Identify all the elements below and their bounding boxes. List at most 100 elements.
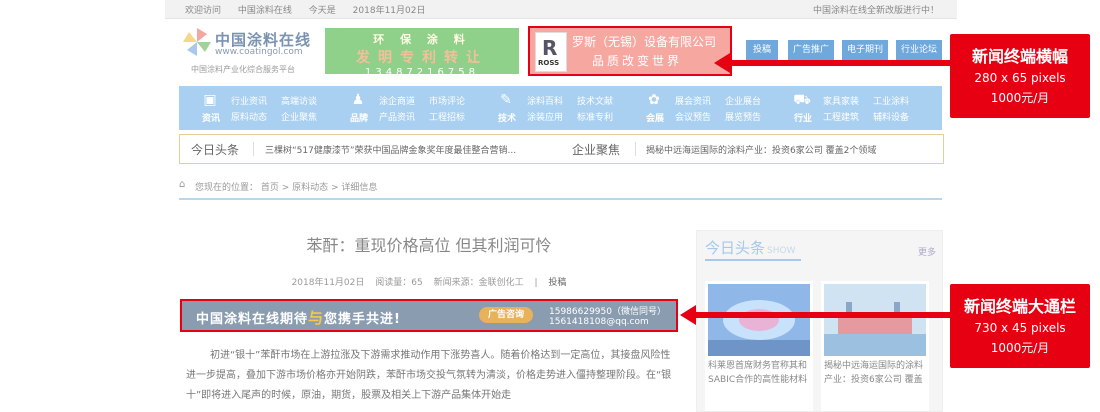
- nav-item[interactable]: 产品资讯: [379, 110, 415, 123]
- forum-button[interactable]: 行业论坛: [896, 40, 942, 60]
- today-label: 今天是: [308, 6, 336, 16]
- sidebar-more-link[interactable]: 更多: [918, 245, 936, 258]
- enterprise-news-link[interactable]: 揭秘中远海运国际的涂料产业：投资6家公司 覆盖2个领域: [646, 143, 876, 156]
- ross-banner-ad[interactable]: R ROSS 罗斯（无锡）设备有限公司 品质改变世界: [528, 26, 732, 76]
- nav-item[interactable]: 展会资讯: [675, 94, 711, 107]
- ad-slogan-c: 您携手共进!: [324, 312, 401, 327]
- nav-item[interactable]: 会议预告: [675, 110, 711, 123]
- article-body: 初进“银十”苯酐市场在上游拉涨及下游需求推动作用下涨势喜人。随着价格达到一定高位…: [186, 346, 678, 406]
- nav-item[interactable]: 行业资讯: [231, 94, 267, 107]
- ross-slogan: 品质改变世界: [592, 54, 683, 68]
- cart-icon: ⛟: [793, 92, 811, 108]
- patent-banner-line2: 发明专利转让: [356, 50, 488, 66]
- nav-item[interactable]: 企业聚焦: [281, 110, 317, 123]
- news-wide-banner-ad[interactable]: 中国涂料在线期待与您携手共进! 广告咨询 15986629950（微信同号） 1…: [180, 299, 678, 332]
- ad-slogan-b: 与: [308, 309, 325, 327]
- nav-item[interactable]: 市场评论: [429, 94, 465, 107]
- patent-banner-phone: 13487216758: [365, 67, 479, 78]
- sidebar-today-headlines: 今日头条 SHOW 更多 科莱恩首席财务官称其和SABIC合作的高性能材料 揭秘中…: [696, 230, 943, 412]
- ad-consult-button[interactable]: 广告咨询: [479, 307, 533, 323]
- callout-title: 新闻终端横幅: [971, 47, 1068, 66]
- callout-size: 730 x 45 pixels: [974, 321, 1066, 335]
- site-logo[interactable]: 中国涂料在线 www.coatingol.com 中国涂料产业化综合服务平台: [183, 28, 323, 74]
- callout-price: 1000元/月: [990, 341, 1050, 355]
- card-caption: 科莱恩首席财务官称其和SABIC合作的高性能材料: [708, 361, 808, 385]
- nav-category-industry[interactable]: 行业: [791, 111, 815, 124]
- callout-arrow: [714, 53, 950, 73]
- brand-icon: ♟: [351, 92, 365, 108]
- nav-item[interactable]: 家具家装: [823, 94, 859, 107]
- date-text: 2018年11月02日: [352, 6, 426, 16]
- sidebar-underline: [705, 259, 801, 261]
- ad-phone: 15986629950（微信同号）: [549, 307, 666, 317]
- site-notice: 中国涂料在线全新改版进行中！: [812, 6, 939, 16]
- callout-size: 280 x 65 pixels: [974, 71, 1066, 85]
- submit-button[interactable]: 投稿: [746, 40, 778, 60]
- card-ship-image-icon: [824, 284, 926, 356]
- ross-company-name: 罗斯（无锡）设备有限公司: [572, 35, 717, 49]
- ad-promotion-button[interactable]: 广告推广: [788, 40, 834, 60]
- callout-title: 新闻终端大通栏: [963, 297, 1076, 316]
- nav-item[interactable]: 企业展台: [725, 94, 761, 107]
- nav-category-brand[interactable]: 品牌: [347, 111, 371, 124]
- sidebar-card[interactable]: 科莱恩首席财务官称其和SABIC合作的高性能材料: [705, 281, 813, 411]
- nav-category-expo[interactable]: 会展: [643, 111, 667, 124]
- article-title: 苯酐：重现价格高位 但其利润可怜: [306, 236, 552, 255]
- sidebar-title-text: 今日头条: [705, 239, 766, 257]
- expo-icon: ✿: [648, 92, 660, 108]
- top-bar: 欢迎访问 中国涂料在线 今天是 2018年11月02日 中国涂料在线全新改版进行…: [165, 0, 957, 19]
- logo-pinwheel-icon: [183, 28, 211, 56]
- divider: [253, 142, 254, 156]
- tech-icon: ✎: [500, 92, 512, 108]
- nav-item[interactable]: 工业涂料: [873, 94, 909, 107]
- nav-item[interactable]: 工程建筑: [823, 110, 859, 123]
- logo-url: www.coatingol.com: [215, 47, 303, 57]
- nav-item[interactable]: 展览预告: [725, 110, 761, 123]
- patent-banner-ad[interactable]: 环 保 涂 料 发明专利转让 13487216758: [325, 28, 519, 78]
- nav-item[interactable]: 标准专利: [577, 110, 613, 123]
- nav-item[interactable]: 涂料百科: [527, 94, 563, 107]
- ad-slogan: 中国涂料在线期待与您携手共进!: [196, 307, 401, 328]
- nav-item[interactable]: 涂企商道: [379, 94, 415, 107]
- sidebar-card[interactable]: 揭秘中远海运国际的涂料产业：投资6家公司 覆盖: [821, 281, 929, 411]
- callout-arrow: [680, 305, 950, 325]
- nav-category-tech[interactable]: 技术: [495, 111, 519, 124]
- e-journal-button[interactable]: 电子期刊: [842, 40, 888, 60]
- sidebar-title-en: SHOW: [767, 246, 796, 256]
- headline-label-enterprise: 企业聚焦: [572, 143, 621, 157]
- banner-spec-callout: 新闻终端横幅 280 x 65 pixels 1000元/月: [950, 34, 1090, 118]
- nav-item[interactable]: 辅料设备: [873, 110, 909, 123]
- patent-banner-line1: 环 保 涂 料: [373, 33, 471, 46]
- site-link[interactable]: 中国涂料在线: [238, 6, 292, 16]
- ad-email: 1561418108@qq.com: [549, 317, 649, 327]
- ross-logo-text: ROSS: [538, 59, 560, 67]
- divider: [635, 142, 636, 156]
- callout-price: 1000元/月: [990, 91, 1050, 105]
- card-caption: 揭秘中远海运国际的涂料产业：投资6家公司 覆盖: [824, 361, 924, 385]
- meta-divider: |: [534, 278, 538, 288]
- article-paragraph: 初进“银十”苯酐市场在上游拉涨及下游需求推动作用下涨势喜人。随着价格达到一定高位…: [186, 350, 672, 401]
- ross-logo: R ROSS: [535, 32, 567, 72]
- breadcrumb-path[interactable]: 首页 > 原料动态 > 详细信息: [261, 183, 378, 193]
- nav-item[interactable]: 涂装应用: [527, 110, 563, 123]
- headline-bar: 今日头条 三棵树“517健康漆节”荣获中国品牌金象奖年度最佳整合营销... 企业…: [179, 134, 944, 164]
- ad-slogan-a: 中国涂料在线期待: [196, 312, 309, 327]
- nav-category-news[interactable]: 资讯: [199, 111, 223, 124]
- nav-item[interactable]: 高端访谈: [281, 94, 317, 107]
- article-date: 2018年11月02日: [291, 278, 365, 288]
- wide-ad-spec-callout: 新闻终端大通栏 730 x 45 pixels 1000元/月: [950, 284, 1090, 368]
- article-submit-link[interactable]: 投稿: [548, 278, 566, 288]
- headline-news-link[interactable]: 三棵树“517健康漆节”荣获中国品牌金象奖年度最佳整合营销...: [265, 143, 516, 156]
- nav-item[interactable]: 原料动态: [231, 110, 267, 123]
- home-icon: ⌂: [179, 179, 186, 190]
- logo-subtitle: 中国涂料产业化综合服务平台: [191, 65, 295, 74]
- nav-item[interactable]: 技术文献: [577, 94, 613, 107]
- welcome-text: 欢迎访问: [185, 6, 222, 16]
- news-icon: ▣: [203, 92, 217, 108]
- sidebar-title: 今日头条 SHOW: [705, 237, 795, 258]
- main-nav: ▣ 资讯 行业资讯 高端访谈 原料动态 企业聚焦 ♟ 品牌 涂企商道 市场评论 …: [179, 86, 942, 130]
- article-reads: 阅读量：65: [375, 278, 423, 288]
- breadcrumb: ⌂ 您现在的位置： 首页 > 原料动态 > 详细信息: [179, 178, 942, 200]
- nav-item[interactable]: 工程招标: [429, 110, 465, 123]
- article-source: 新闻来源：金联创化工: [433, 278, 524, 288]
